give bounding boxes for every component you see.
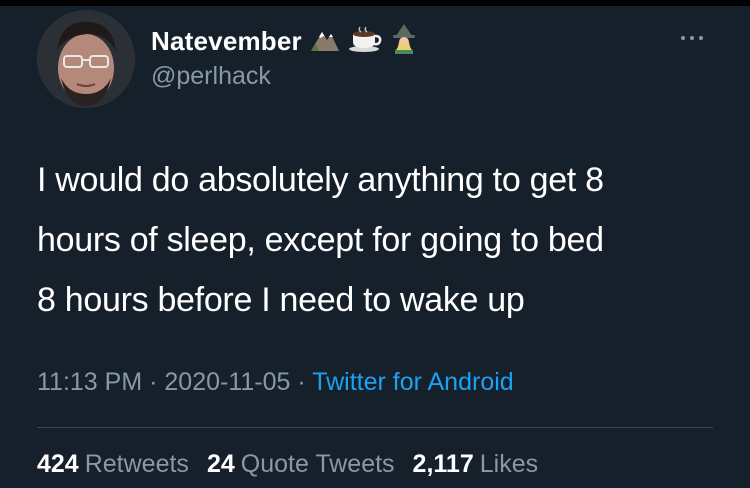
meta-separator: ·	[297, 368, 306, 396]
tweet-date[interactable]: 2020-11-05	[164, 368, 290, 396]
meta-separator: ·	[149, 368, 158, 396]
top-edge-bar	[0, 0, 750, 6]
name-row: Natevember	[151, 23, 418, 59]
mage-icon	[390, 23, 418, 59]
user-handle[interactable]: @perlhack	[151, 62, 271, 91]
quote-tweets-count: 24	[206, 450, 235, 478]
avatar-photo-icon	[37, 10, 135, 108]
retweets-count: 424	[37, 450, 79, 478]
tweet-line: 8 hours before I need to wake up	[37, 281, 525, 319]
coffee-icon	[348, 26, 382, 57]
dot	[690, 36, 694, 40]
display-name[interactable]: Natevember	[151, 26, 302, 57]
retweets-label: Retweets	[84, 450, 189, 478]
likes-count: 2,117	[412, 450, 474, 478]
dot	[699, 36, 703, 40]
tweet-line: I would do absolutely anything to get 8	[37, 161, 604, 199]
mountain-icon	[310, 26, 340, 57]
tweet-text: I would do absolutely anything to get 8 …	[37, 150, 727, 330]
avatar[interactable]	[37, 10, 135, 108]
retweets-stat[interactable]: 424 Retweets	[37, 450, 189, 479]
tweet-meta: 11:13 PM · 2020-11-05 · Twitter for Andr…	[37, 368, 514, 397]
likes-stat[interactable]: 2,117 Likes	[413, 450, 539, 479]
tweet-stats: 424 Retweets 24 Quote Tweets 2,117 Likes	[37, 450, 538, 479]
quote-tweets-label: Quote Tweets	[240, 450, 395, 478]
tweet-line: hours of sleep, except for going to bed	[37, 221, 604, 259]
dot	[681, 36, 685, 40]
divider	[37, 427, 713, 428]
tweet-source-link[interactable]: Twitter for Android	[312, 368, 513, 396]
likes-label: Likes	[479, 450, 539, 478]
quote-tweets-stat[interactable]: 24 Quote Tweets	[207, 450, 395, 479]
tweet-time[interactable]: 11:13 PM	[37, 368, 142, 396]
more-options-icon[interactable]	[681, 31, 711, 45]
